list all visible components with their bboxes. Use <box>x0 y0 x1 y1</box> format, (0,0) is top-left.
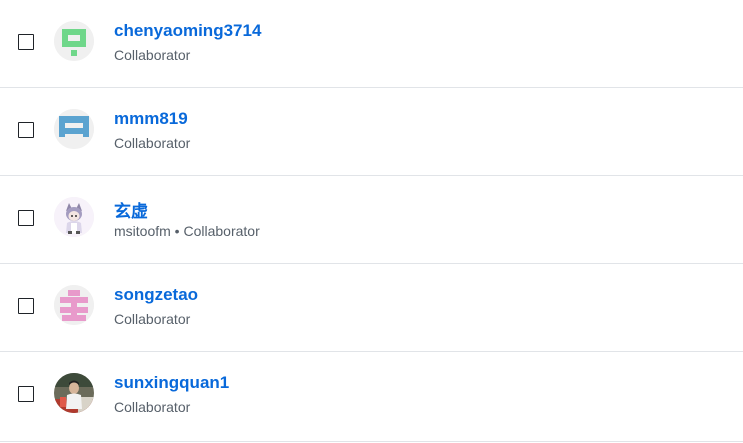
avatar[interactable] <box>54 21 94 61</box>
photo-avatar-icon <box>54 373 94 413</box>
collaborator-row: mmm819 Collaborator <box>0 88 743 176</box>
collaborator-role: Collaborator <box>114 135 191 151</box>
avatar[interactable] <box>54 373 94 413</box>
select-checkbox[interactable] <box>18 298 34 314</box>
select-checkbox[interactable] <box>18 210 34 226</box>
collaborator-name-link[interactable]: songzetao <box>114 285 198 305</box>
select-checkbox[interactable] <box>18 386 34 402</box>
collaborator-name-link[interactable]: 玄虚 <box>114 197 148 222</box>
collaborator-list: chenyaoming3714 Collaborator mmm819 Coll… <box>0 0 743 442</box>
collaborator-row: 玄虚 msitoofm • Collaborator <box>0 176 743 264</box>
identicon-green-icon <box>54 21 94 61</box>
identicon-pink-icon <box>54 285 94 325</box>
avatar[interactable] <box>54 109 94 149</box>
collaborator-name-link[interactable]: mmm819 <box>114 109 188 129</box>
anime-character-avatar-icon <box>54 197 94 237</box>
collaborator-role: Collaborator <box>114 47 191 63</box>
select-checkbox[interactable] <box>18 122 34 138</box>
select-checkbox[interactable] <box>18 34 34 50</box>
identicon-blue-icon <box>54 109 94 149</box>
collaborator-name-link[interactable]: chenyaoming3714 <box>114 21 261 41</box>
collaborator-row: songzetao Collaborator <box>0 264 743 352</box>
collaborator-role: Collaborator <box>114 399 191 415</box>
collaborator-role: msitoofm • Collaborator <box>114 223 260 239</box>
avatar[interactable] <box>54 285 94 325</box>
collaborator-role: Collaborator <box>114 311 191 327</box>
avatar[interactable] <box>54 197 94 237</box>
collaborator-row: sunxingquan1 Collaborator <box>0 352 743 442</box>
collaborator-name-link[interactable]: sunxingquan1 <box>114 373 229 393</box>
collaborator-row: chenyaoming3714 Collaborator <box>0 0 743 88</box>
